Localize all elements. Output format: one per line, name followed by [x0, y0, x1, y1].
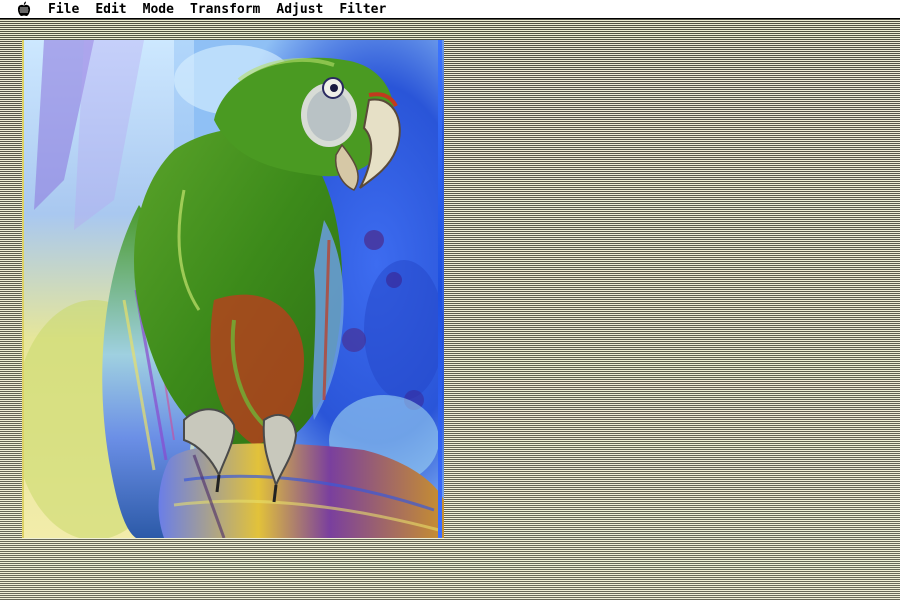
menu-edit[interactable]: Edit: [87, 0, 134, 19]
parrot-image: [24, 40, 444, 538]
menu-file[interactable]: File: [48, 0, 87, 19]
menu-bar: File Edit Mode Transform Adjust Filter: [0, 0, 900, 19]
menu-transform[interactable]: Transform: [182, 0, 268, 19]
menu-filter[interactable]: Filter: [331, 0, 394, 19]
apple-icon[interactable]: [16, 1, 32, 17]
menu-mode[interactable]: Mode: [135, 0, 182, 19]
canvas-edge: [438, 40, 442, 538]
image-canvas[interactable]: [22, 40, 444, 538]
menu-adjust[interactable]: Adjust: [268, 0, 331, 19]
